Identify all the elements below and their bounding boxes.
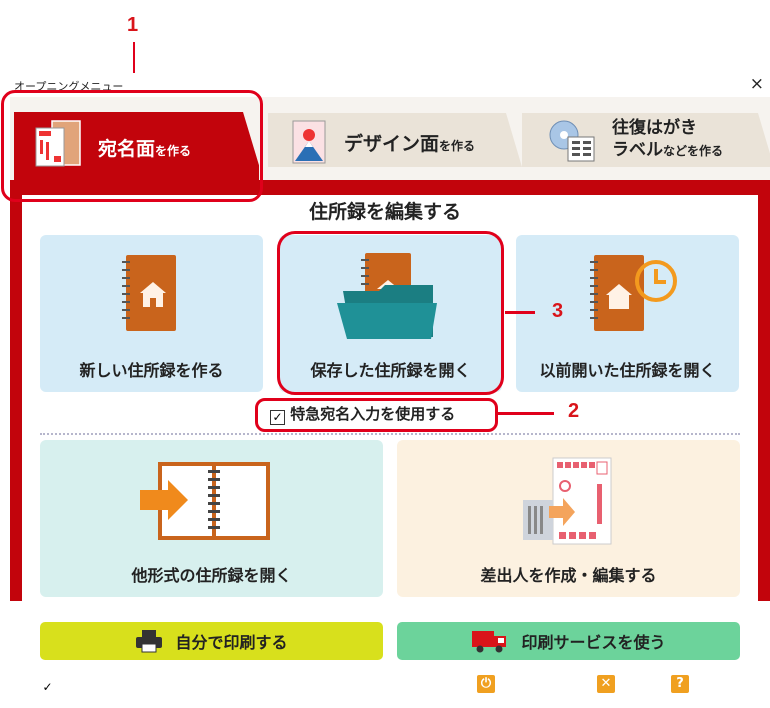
other-format-label: 他形式の住所録を開く: [131, 566, 292, 585]
callout-box-3: [277, 231, 504, 395]
tab-return-postcard-label[interactable]: 往復はがき ラベルなどを作る: [522, 113, 770, 167]
callout-box-2: [255, 398, 498, 432]
tab-return-label: 往復はがき ラベルなどを作る: [612, 118, 724, 160]
recent-address-book-card[interactable]: 以前開いた住所録を開く: [516, 235, 739, 392]
close-x-icon: ✕: [596, 674, 616, 694]
delivery-truck-icon: [472, 631, 507, 653]
power-icon: ⏻: [476, 674, 496, 694]
section-divider: [40, 433, 740, 435]
show-on-start-checkbox[interactable]: ✓: [40, 680, 55, 695]
help-button[interactable]: ? ヘルプ: [670, 674, 730, 694]
close-menu-button[interactable]: ✕ 閉じる: [596, 674, 656, 694]
close-window-button[interactable]: ×: [750, 74, 764, 94]
print-service-label: 印刷サービスを使う: [521, 633, 666, 652]
print-self-button[interactable]: 自分で印刷する: [40, 622, 383, 660]
callout-number-2: 2: [568, 400, 580, 422]
show-on-start-option[interactable]: ✓ 起動時にこのウィンドウを表示: [40, 676, 227, 695]
close-menu-label: 閉じる: [620, 676, 657, 691]
callout-line-2: [498, 412, 554, 415]
cd-label-icon: [548, 119, 598, 163]
address-book-icon: [122, 255, 176, 331]
sender-postcard-icon: [523, 457, 612, 545]
tab-design-side[interactable]: デザイン面を作る: [268, 113, 522, 167]
print-self-label: 自分で印刷する: [175, 633, 288, 652]
sender-card[interactable]: 差出人を作成・編集する: [397, 440, 740, 597]
callout-number-3: 3: [552, 300, 564, 322]
show-on-start-label: 起動時にこのウィンドウを表示: [59, 678, 227, 692]
printer-icon: [136, 630, 163, 653]
new-address-book-card[interactable]: 新しい住所録を作る: [40, 235, 263, 392]
help-question-icon: ?: [670, 674, 690, 694]
exit-app-button[interactable]: ⏻ 筆まめの終了: [476, 674, 572, 694]
other-format-address-book-card[interactable]: 他形式の住所録を開く: [40, 440, 383, 597]
mount-fuji-card-icon: [290, 119, 328, 165]
help-label: ヘルプ: [694, 676, 731, 691]
callout-number-1: 1: [127, 14, 139, 36]
import-book-icon: [140, 462, 270, 540]
recent-address-book-label: 以前開いた住所録を開く: [539, 361, 716, 380]
sender-label: 差出人を作成・編集する: [480, 566, 657, 585]
recent-address-book-icon: [590, 255, 677, 331]
new-address-book-label: 新しい住所録を作る: [79, 361, 224, 380]
callout-box-1: [1, 90, 263, 202]
print-service-button[interactable]: 印刷サービスを使う: [397, 622, 740, 660]
exit-app-label: 筆まめの終了: [500, 676, 573, 691]
callout-line-3: [505, 311, 535, 314]
tab-design-label: デザイン面を作る: [344, 133, 476, 155]
